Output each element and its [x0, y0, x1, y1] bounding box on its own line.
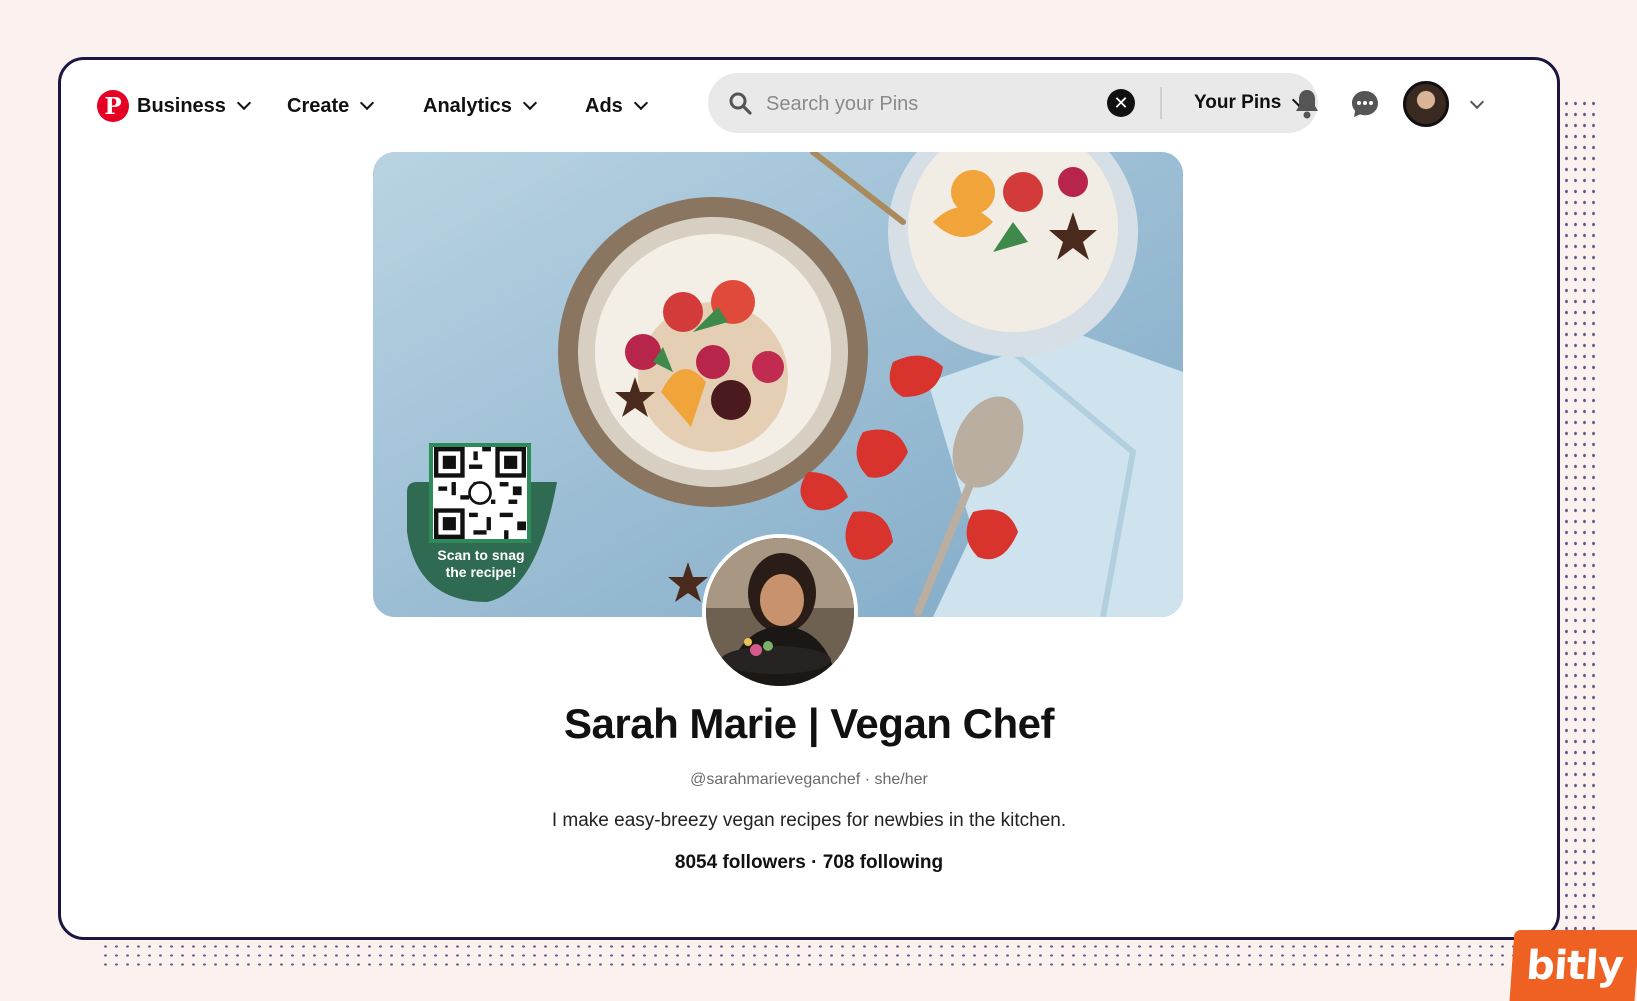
- chevron-down-icon: [236, 95, 252, 111]
- profile-avatar[interactable]: [702, 534, 858, 690]
- create-menu-button[interactable]: Create: [287, 90, 375, 122]
- chevron-down-icon: [1469, 94, 1485, 110]
- ads-menu-button[interactable]: Ads: [585, 90, 648, 122]
- account-avatar[interactable]: [1403, 81, 1449, 127]
- clear-icon: ✕: [1113, 92, 1129, 113]
- business-menu-label: Business: [137, 94, 226, 117]
- decorative-dot-pattern: [1562, 98, 1600, 958]
- pinterest-logo-icon[interactable]: P: [97, 90, 129, 122]
- create-menu-label: Create: [287, 94, 350, 117]
- qr-caption: Scan to snag the recipe!: [423, 547, 539, 581]
- profile-name: Sarah Marie | Vegan Chef: [564, 700, 1054, 747]
- chevron-down-icon: [522, 95, 538, 111]
- profile-photo: [706, 538, 854, 686]
- search-icon: [729, 92, 752, 115]
- bitly-logo: bitly: [1509, 930, 1637, 1001]
- business-menu-button[interactable]: Business: [137, 90, 252, 122]
- bell-icon: [1296, 90, 1318, 119]
- account-menu-button[interactable]: [1459, 94, 1485, 112]
- messages-icon: [1352, 91, 1378, 117]
- qr-caption-line: the recipe!: [445, 564, 517, 580]
- search-bar: ✕ Your Pins: [708, 73, 1318, 133]
- analytics-menu-button[interactable]: Analytics: [423, 90, 538, 122]
- top-navigation: P Business Create Analytics Ads ✕: [61, 60, 1557, 150]
- clear-search-button[interactable]: ✕: [1107, 89, 1135, 117]
- ads-menu-label: Ads: [585, 94, 623, 117]
- qr-code[interactable]: [429, 443, 531, 543]
- chevron-down-icon: [633, 95, 648, 111]
- qr-caption-line: Scan to snag: [437, 547, 525, 563]
- chevron-down-icon: [360, 95, 375, 111]
- profile-bio: I make easy-breezy vegan recipes for new…: [551, 810, 1067, 831]
- analytics-menu-label: Analytics: [423, 94, 512, 117]
- messages-button[interactable]: [1345, 84, 1385, 124]
- notifications-button[interactable]: [1287, 84, 1327, 124]
- follower-stats[interactable]: 8054 followers · 708 following: [61, 852, 1557, 874]
- browser-window: P Business Create Analytics Ads ✕: [58, 57, 1560, 940]
- search-input[interactable]: [764, 85, 1088, 123]
- qr-code-pattern: [434, 447, 526, 539]
- search-scope-label: Your Pins: [1194, 92, 1282, 113]
- decorative-dot-pattern: [100, 942, 1560, 968]
- search-divider: [1160, 87, 1162, 119]
- profile-handle: @sarahmarieveganchef · she/her: [690, 771, 928, 788]
